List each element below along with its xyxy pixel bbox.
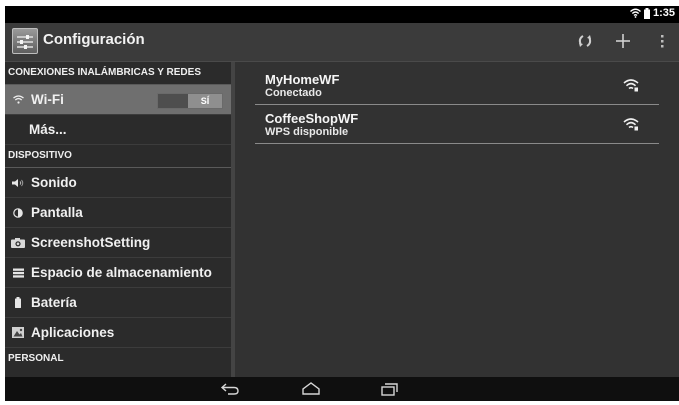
settings-app-icon[interactable] [12,28,38,54]
battery-icon [9,297,27,308]
menu-item-label: Sonido [31,175,77,190]
navigation-bar [5,377,679,401]
menu-item-battery[interactable]: Batería [5,288,231,318]
menu-item-display[interactable]: Pantalla [5,198,231,228]
menu-item-label: Más... [29,122,67,137]
wps-icon [578,35,592,47]
menu-item-wifi[interactable]: Wi-Fi SÍ [5,85,231,115]
wifi-signal-icon [623,118,639,131]
wifi-icon [9,95,27,104]
recents-button[interactable] [379,381,399,397]
menu-item-label: Batería [31,295,77,310]
menu-item-label: Aplicaciones [31,325,115,340]
wps-button[interactable] [572,28,598,54]
menu-item-more[interactable]: Más... [5,115,231,145]
back-button[interactable] [220,381,240,397]
menu-item-screenshot[interactable]: ScreenshotSetting [5,228,231,258]
back-icon [220,383,239,395]
add-network-button[interactable] [610,28,636,54]
sound-icon [9,178,27,188]
section-header-wireless: CONEXIONES INALÁMBRICAS Y REDES [5,62,231,85]
android-screen: 1:35 Configuración CONEXIONES INALÁMBRIC… [5,6,679,401]
network-item-myhomewf[interactable]: MyHomeWF Conectado [255,66,659,105]
wifi-signal-icon [623,79,639,92]
wifi-icon [630,8,641,18]
wifi-toggle-state: SÍ [188,94,222,108]
menu-item-apps[interactable]: Aplicaciones [5,318,231,348]
section-header-personal: PERSONAL [8,353,64,364]
menu-item-label: Pantalla [31,205,83,220]
network-item-coffeeshopwf[interactable]: CoffeeShopWF WPS disponible [255,105,659,144]
action-bar: Configuración [5,23,679,62]
network-name: CoffeeShopWF [265,111,359,126]
menu-item-label: Wi-Fi [31,92,64,107]
battery-icon [643,7,650,19]
camera-icon [9,237,27,248]
menu-item-storage[interactable]: Espacio de almacenamiento [5,258,231,288]
settings-menu: CONEXIONES INALÁMBRICAS Y REDES Wi-Fi SÍ… [5,62,231,377]
status-indicators: 1:35 [630,7,675,19]
section-header-device: DISPOSITIVO [5,145,231,168]
wifi-network-list: MyHomeWF Conectado CoffeeShopWF WPS disp… [235,62,679,377]
status-bar: 1:35 [5,6,679,23]
overflow-menu-icon [661,35,664,48]
add-icon [616,34,630,48]
menu-item-label: ScreenshotSetting [31,235,151,250]
storage-icon [9,268,27,278]
home-button[interactable] [301,381,321,397]
menu-item-sound[interactable]: Sonido [5,168,231,198]
display-icon [9,207,27,218]
page-title: Configuración [43,31,145,48]
network-status: Conectado [265,87,322,99]
menu-item-label: Espacio de almacenamiento [31,265,212,280]
apps-icon [9,327,27,338]
status-time: 1:35 [652,7,675,19]
recents-icon [381,383,398,396]
wifi-toggle[interactable]: SÍ [157,93,223,109]
overflow-menu-button[interactable] [649,28,675,54]
network-name: MyHomeWF [265,72,340,87]
network-status: WPS disponible [265,126,349,138]
home-icon [302,382,320,395]
